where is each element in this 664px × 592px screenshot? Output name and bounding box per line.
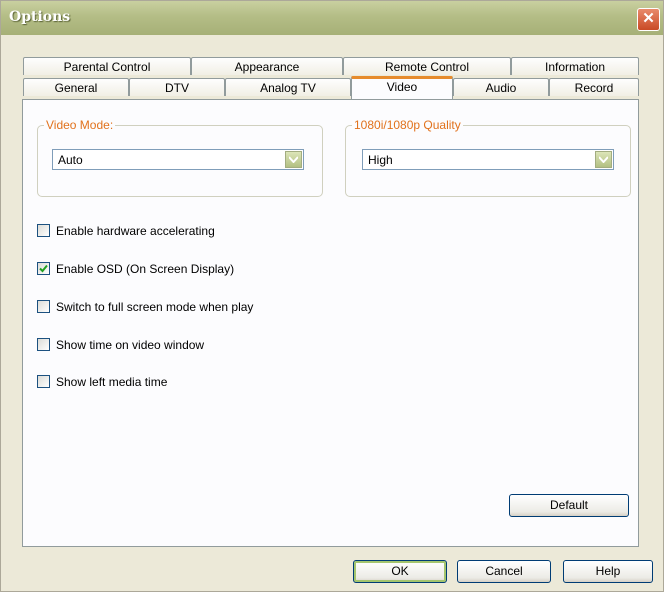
- tab-label: Remote Control: [384, 60, 470, 74]
- tab-label: Information: [544, 60, 606, 74]
- tab-label: Appearance: [234, 60, 300, 74]
- tab-audio[interactable]: Audio: [453, 78, 549, 96]
- option-label: Enable hardware accelerating: [56, 224, 215, 238]
- tab-remote-control[interactable]: Remote Control: [343, 57, 511, 75]
- ok-button[interactable]: OK: [353, 560, 447, 583]
- tab-video[interactable]: Video: [351, 76, 453, 99]
- video-mode-value: Auto: [58, 153, 83, 167]
- chevron-down-icon[interactable]: [595, 151, 612, 168]
- tab-label: Analog TV: [260, 81, 316, 95]
- option-label: Enable OSD (On Screen Display): [56, 262, 235, 276]
- option-label: Switch to full screen mode when play: [56, 300, 254, 314]
- tab-dtv[interactable]: DTV: [129, 78, 225, 96]
- help-button[interactable]: Help: [563, 560, 653, 583]
- option-label: Show left media time: [56, 375, 168, 389]
- show-time-checkbox[interactable]: [37, 338, 50, 351]
- options-dialog: Options ✕ Parental Control Appearance Re…: [0, 0, 664, 592]
- tab-label: Record: [574, 81, 614, 95]
- close-icon: ✕: [642, 10, 655, 27]
- quality-label: 1080i/1080p Quality: [352, 118, 463, 132]
- tab-parental-control[interactable]: Parental Control: [23, 57, 191, 75]
- close-button[interactable]: ✕: [637, 8, 660, 31]
- tab-label: General: [54, 81, 98, 95]
- default-button[interactable]: Default: [509, 494, 629, 517]
- window-title: Options: [9, 9, 71, 25]
- video-settings-panel: Video Mode: Auto 1080i/1080p Quality Hig…: [22, 99, 639, 547]
- quality-select[interactable]: High: [362, 149, 614, 170]
- hardware-acceleration-checkbox[interactable]: [37, 224, 50, 237]
- video-mode-select[interactable]: Auto: [52, 149, 304, 170]
- checkmark-icon: [39, 264, 48, 273]
- enable-osd-checkbox[interactable]: [37, 262, 50, 275]
- tab-label: Audio: [485, 81, 517, 95]
- full-screen-checkbox[interactable]: [37, 300, 50, 313]
- video-mode-group: Video Mode: Auto: [37, 118, 323, 197]
- option-label: Show time on video window: [56, 338, 205, 352]
- tab-general[interactable]: General: [23, 78, 129, 96]
- cancel-button[interactable]: Cancel: [457, 560, 551, 583]
- quality-group: 1080i/1080p Quality High: [345, 118, 631, 197]
- tab-information[interactable]: Information: [511, 57, 639, 75]
- tab-label: Parental Control: [63, 60, 151, 74]
- video-mode-label: Video Mode:: [44, 118, 116, 132]
- tab-label: Video: [386, 80, 418, 94]
- tab-label: DTV: [165, 81, 189, 95]
- chevron-down-icon[interactable]: [285, 151, 302, 168]
- tab-record[interactable]: Record: [549, 78, 639, 96]
- tab-analog-tv[interactable]: Analog TV: [225, 78, 351, 96]
- tab-appearance[interactable]: Appearance: [191, 57, 343, 75]
- show-left-time-checkbox[interactable]: [37, 375, 50, 388]
- title-bar[interactable]: Options ✕: [1, 1, 663, 35]
- quality-value: High: [368, 153, 393, 167]
